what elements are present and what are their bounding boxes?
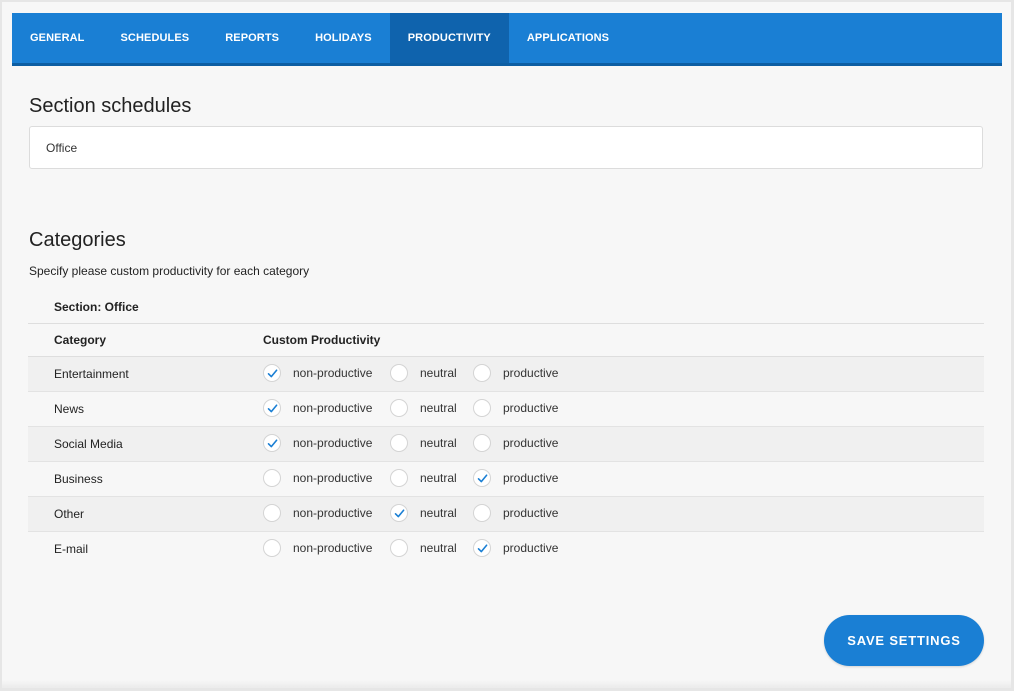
productivity-option-productive[interactable]: productive [473,399,558,417]
productivity-option-non-productive[interactable]: non-productive [263,469,372,487]
categories-table: Category Custom Productivity Entertainme… [28,323,984,566]
column-header-productivity: Custom Productivity [263,333,381,347]
option-label: neutral [420,401,457,415]
tab-applications[interactable]: APPLICATIONS [509,13,627,63]
table-row: Business non-productive neutral productive [28,462,984,497]
category-name: Social Media [54,437,123,451]
unchecked-radio-icon[interactable] [390,399,408,417]
bottom-shadow [2,680,1011,688]
option-label: non-productive [293,506,373,520]
tab-reports[interactable]: REPORTS [207,13,297,63]
option-label: non-productive [293,541,373,555]
option-label: productive [503,471,559,485]
section-label: Section: Office [54,300,139,314]
productivity-option-non-productive[interactable]: non-productive [263,364,372,382]
categories-description: Specify please custom productivity for e… [29,264,310,278]
table-row: News non-productive neutral productive [28,392,984,427]
option-label: productive [503,366,559,380]
settings-tabs: GENERAL SCHEDULES REPORTS HOLIDAYS PRODU… [12,13,1002,66]
productivity-option-productive[interactable]: productive [473,364,558,382]
category-name: News [54,402,85,416]
table-row: Social Media non-productive neutral product… [28,427,984,462]
option-label: non-productive [293,366,373,380]
table-body: Entertainment non-productive neutral produc… [28,357,984,566]
option-label: productive [503,506,559,520]
table-row: E-mail non-productive neutral productive [28,532,984,566]
table-row: Other non-productive neutral productive [28,497,984,532]
category-name: Entertainment [54,367,129,381]
checked-radio-icon[interactable] [390,504,408,522]
table-header: Category Custom Productivity [28,323,984,357]
productivity-option-neutral[interactable]: neutral [390,539,457,557]
category-name: Business [54,472,103,486]
tab-schedules[interactable]: SCHEDULES [102,13,207,63]
productivity-option-non-productive[interactable]: non-productive [263,504,372,522]
option-label: neutral [420,506,457,520]
checked-radio-icon[interactable] [473,539,491,557]
checked-radio-icon[interactable] [263,364,281,382]
category-name: E-mail [54,542,89,556]
productivity-option-neutral[interactable]: neutral [390,469,457,487]
checked-radio-icon[interactable] [263,434,281,452]
settings-window: GENERAL SCHEDULES REPORTS HOLIDAYS PRODU… [2,2,1011,688]
option-label: neutral [420,366,457,380]
option-label: productive [503,541,559,555]
productivity-option-neutral[interactable]: neutral [390,434,457,452]
column-header-category: Category [54,333,107,347]
unchecked-radio-icon[interactable] [473,434,491,452]
option-label: productive [503,401,559,415]
option-label: neutral [420,471,457,485]
option-label: neutral [420,541,457,555]
checked-radio-icon[interactable] [263,399,281,417]
section-schedule-select[interactable]: Office [29,126,983,169]
option-label: non-productive [293,401,373,415]
unchecked-radio-icon[interactable] [473,399,491,417]
section-schedules-heading: Section schedules [29,95,192,117]
tab-holidays[interactable]: HOLIDAYS [297,13,390,63]
productivity-option-productive[interactable]: productive [473,504,558,522]
checked-radio-icon[interactable] [473,469,491,487]
productivity-option-productive[interactable]: productive [473,469,558,487]
option-label: neutral [420,436,457,450]
productivity-option-non-productive[interactable]: non-productive [263,539,372,557]
save-settings-button[interactable]: SAVE SETTINGS [824,615,984,666]
table-row: Entertainment non-productive neutral produc… [28,357,984,392]
unchecked-radio-icon[interactable] [473,504,491,522]
option-label: non-productive [293,471,373,485]
unchecked-radio-icon[interactable] [473,364,491,382]
unchecked-radio-icon[interactable] [390,469,408,487]
tab-general[interactable]: GENERAL [12,13,102,63]
productivity-option-productive[interactable]: productive [473,539,558,557]
unchecked-radio-icon[interactable] [263,504,281,522]
productivity-option-neutral[interactable]: neutral [390,399,457,417]
productivity-option-non-productive[interactable]: non-productive [263,434,372,452]
unchecked-radio-icon[interactable] [390,539,408,557]
option-label: non-productive [293,436,373,450]
category-name: Other [54,507,85,521]
productivity-option-neutral[interactable]: neutral [390,504,457,522]
productivity-option-neutral[interactable]: neutral [390,364,457,382]
categories-heading: Categories [29,229,126,251]
tab-productivity[interactable]: PRODUCTIVITY [389,13,509,63]
unchecked-radio-icon[interactable] [390,364,408,382]
productivity-option-non-productive[interactable]: non-productive [263,399,372,417]
option-label: productive [503,436,559,450]
unchecked-radio-icon[interactable] [263,539,281,557]
productivity-option-productive[interactable]: productive [473,434,558,452]
unchecked-radio-icon[interactable] [263,469,281,487]
unchecked-radio-icon[interactable] [390,434,408,452]
